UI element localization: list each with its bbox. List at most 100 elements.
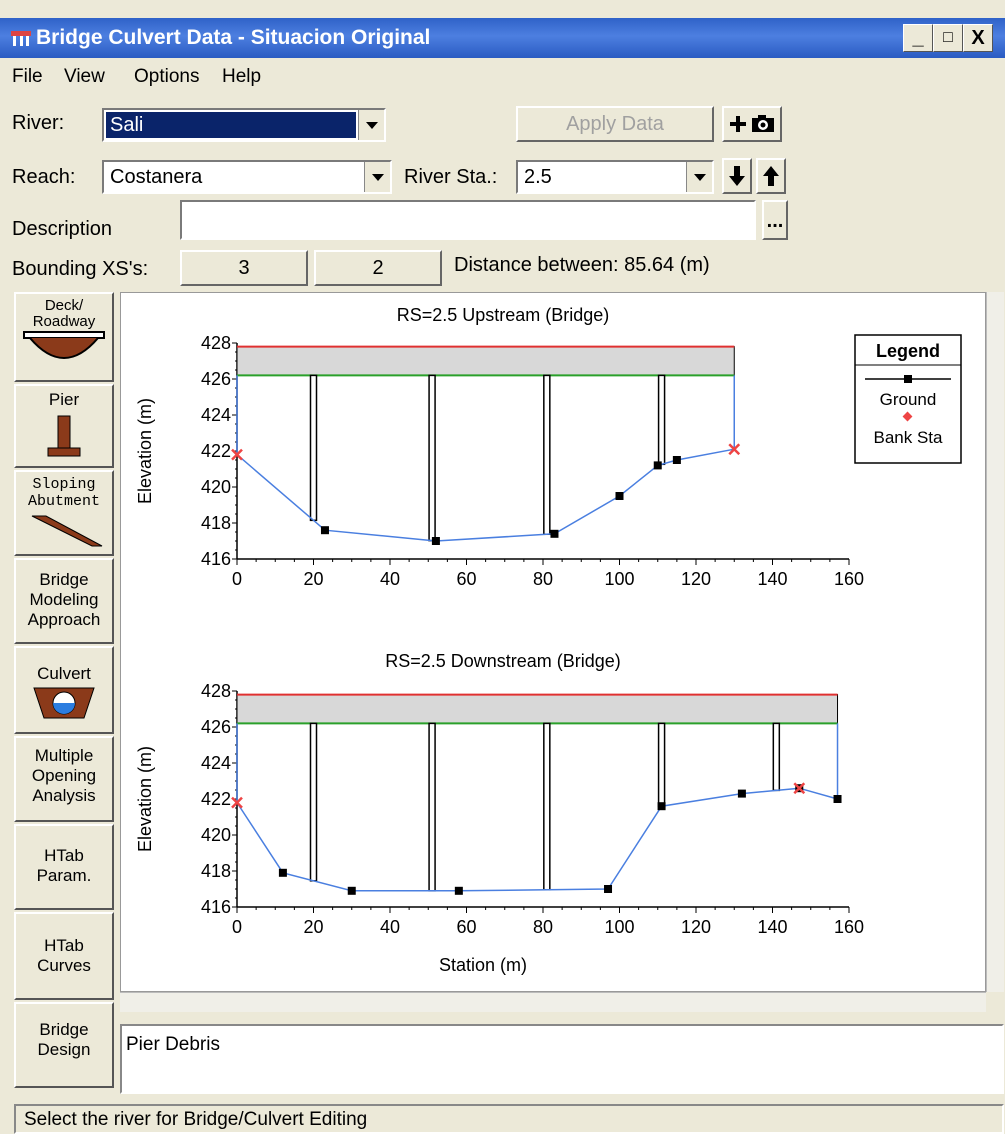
y-tick-label: 422 xyxy=(201,441,231,461)
tab-htab-param-label: HTab Param. xyxy=(36,846,92,885)
legend-title: Legend xyxy=(876,341,940,361)
ground-point xyxy=(347,886,356,895)
pier xyxy=(657,374,666,466)
chevron-down-icon[interactable] xyxy=(686,162,712,192)
minimize-button[interactable]: _ xyxy=(903,24,933,52)
title-bar[interactable]: Bridge Culvert Data - Situacion Original… xyxy=(0,18,1005,58)
next-station-up-button[interactable] xyxy=(756,158,786,194)
close-button[interactable]: X xyxy=(963,24,993,52)
vertical-scrollbar[interactable] xyxy=(986,292,1004,992)
reach-select[interactable]: Costanera xyxy=(102,160,392,194)
bridge-app-icon xyxy=(11,31,31,46)
tab-htab-curves-label: HTab Curves xyxy=(37,936,91,975)
y-tick-label: 416 xyxy=(201,549,231,569)
x-tick-label: 140 xyxy=(757,569,787,589)
ground-point xyxy=(657,802,666,811)
ground-line xyxy=(236,787,838,892)
pier-debris-text: Pier Debris xyxy=(126,1034,220,1055)
x-tick-label: 60 xyxy=(456,569,476,589)
legend-ground-marker xyxy=(904,375,912,383)
status-bar: Select the river for Bridge/Culvert Edit… xyxy=(14,1104,1004,1134)
tab-bridge-modeling-label: Bridge Modeling Approach xyxy=(27,570,101,629)
tab-culvert-label: Culvert xyxy=(37,664,91,683)
pier xyxy=(428,374,436,542)
apply-data-button[interactable]: Apply Data xyxy=(516,106,714,142)
ground-point xyxy=(320,526,329,535)
ground-point xyxy=(278,868,287,877)
ground-point xyxy=(615,492,624,500)
tab-multiple-opening-analysis[interactable]: Multiple Opening Analysis xyxy=(14,736,114,822)
pier xyxy=(657,722,666,807)
tab-pier-label: Pier xyxy=(48,390,80,409)
next-station-down-button[interactable] xyxy=(722,158,752,194)
bridge-deck xyxy=(236,694,839,724)
tab-htab-param[interactable]: HTab Param. xyxy=(14,824,114,910)
y-axis-label: Elevation (m) xyxy=(135,746,155,852)
description-input[interactable] xyxy=(180,200,756,240)
tab-culvert[interactable]: Culvert xyxy=(14,646,114,734)
river-sta-label: River Sta.: xyxy=(404,166,498,188)
bridge-culvert-window: Bridge Culvert Data - Situacion Original… xyxy=(0,0,1005,1134)
tab-pier[interactable]: Pier xyxy=(14,384,114,468)
x-tick-label: 160 xyxy=(834,569,864,589)
x-axis-label: Station (m) xyxy=(439,955,527,975)
y-tick-label: 424 xyxy=(201,753,231,773)
river-select[interactable]: Sali xyxy=(102,108,386,142)
description-ellipsis-button[interactable]: ... xyxy=(762,200,788,240)
pier-icon xyxy=(47,415,81,457)
reach-label: Reach: xyxy=(12,166,76,188)
x-tick-label: 60 xyxy=(456,917,476,937)
bounding-xs-downstream-button[interactable]: 2 xyxy=(314,250,442,286)
chart-title: RS=2.5 Upstream (Bridge) xyxy=(397,305,610,325)
y-axis-label: Elevation (m) xyxy=(135,398,155,504)
y-tick-label: 426 xyxy=(201,717,231,737)
status-text: Select the river for Bridge/Culvert Edit… xyxy=(24,1109,368,1130)
river-sta-select[interactable]: 2.5 xyxy=(516,160,714,194)
menu-view[interactable]: View xyxy=(64,66,105,88)
y-tick-label: 426 xyxy=(201,369,231,389)
x-tick-label: 40 xyxy=(380,569,400,589)
y-tick-label: 424 xyxy=(201,405,231,425)
chart-title: RS=2.5 Downstream (Bridge) xyxy=(385,651,621,671)
culvert-icon xyxy=(33,687,95,719)
menu-file[interactable]: File xyxy=(12,66,43,88)
x-tick-label: 120 xyxy=(681,917,711,937)
tab-multiple-opening-label: Multiple Opening Analysis xyxy=(31,746,97,805)
tab-bridge-modeling-approach[interactable]: Bridge Modeling Approach xyxy=(14,558,114,644)
tab-deck-roadway[interactable]: Deck/ Roadway xyxy=(14,292,114,382)
pier xyxy=(543,374,551,536)
maximize-button[interactable]: □ xyxy=(933,24,963,52)
tab-bridge-design[interactable]: Bridge Design xyxy=(14,1002,114,1088)
plot-area[interactable]: RS=2.5 Upstream (Bridge) 416 418 420 422 424 4… xyxy=(120,292,986,992)
river-value: Sali xyxy=(110,114,144,136)
tab-sloping-abutment[interactable]: Sloping Abutment xyxy=(14,470,114,556)
x-tick-label: 40 xyxy=(380,917,400,937)
description-label: Description xyxy=(12,218,113,240)
ground-point xyxy=(431,537,440,545)
deck-roadway-icon xyxy=(23,331,105,359)
pier xyxy=(772,722,781,792)
menu-options[interactable]: Options xyxy=(134,66,199,88)
tab-htab-curves[interactable]: HTab Curves xyxy=(14,912,114,1000)
pier xyxy=(309,374,318,522)
menu-help[interactable]: Help xyxy=(222,66,261,88)
horizontal-scrollbar[interactable] xyxy=(120,992,986,1012)
cross-section-plots: RS=2.5 Upstream (Bridge) 416 418 420 422 424 4… xyxy=(135,305,962,975)
chevron-down-icon[interactable] xyxy=(358,110,384,140)
menu-bar: File View Options Help xyxy=(0,58,1005,98)
y-tick-label: 420 xyxy=(201,825,231,845)
pier-debris-textbox[interactable]: Pier Debris xyxy=(120,1024,1004,1094)
x-tick-label: 0 xyxy=(232,569,242,589)
x-tick-label: 100 xyxy=(604,569,634,589)
chevron-down-icon[interactable] xyxy=(364,162,390,192)
pier xyxy=(543,722,551,891)
reach-value: Costanera xyxy=(110,166,203,188)
bounding-xs-upstream-button[interactable]: 3 xyxy=(180,250,308,286)
add-camera-button[interactable] xyxy=(722,106,782,142)
y-tick-label: 428 xyxy=(201,333,231,353)
legend-ground-label: Ground xyxy=(880,390,937,409)
y-tick-label: 418 xyxy=(201,861,231,881)
pier xyxy=(309,722,318,882)
tab-bridge-design-label: Bridge Design xyxy=(37,1020,91,1059)
tab-deck-roadway-label: Deck/ Roadway xyxy=(32,297,96,330)
